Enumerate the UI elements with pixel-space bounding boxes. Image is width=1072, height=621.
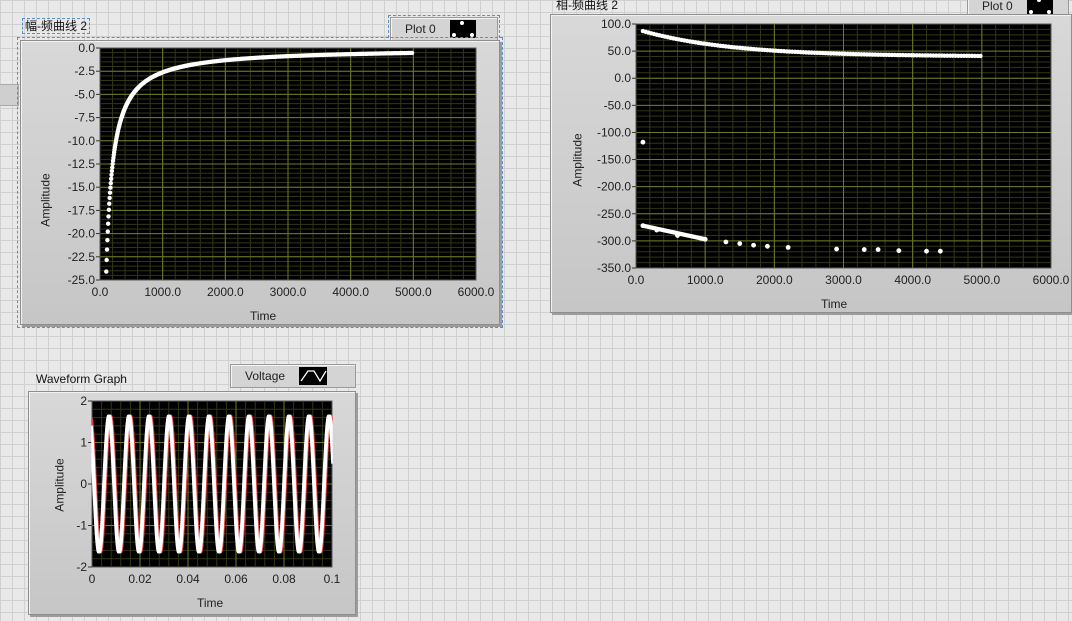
x-tick-label: 0.1: [324, 572, 341, 586]
y-tick-label: 0: [80, 477, 87, 491]
waveform-chart: 0 0.02 0.04 0.06 0.08 0.1 2 1 0 -1 -2: [76, 394, 341, 586]
y-tick-label: 2: [80, 394, 87, 408]
y-tick-label: -1: [76, 519, 87, 533]
x-tick-label: 0.04: [176, 572, 200, 586]
x-tick-label: 0: [89, 572, 96, 586]
y-tick-label: -2: [76, 560, 87, 574]
x-tick-label: 0.06: [224, 572, 248, 586]
x-tick-label: 0.02: [128, 572, 152, 586]
x-tick-label: 0.08: [272, 572, 296, 586]
y-tick-label: 1: [80, 436, 87, 450]
